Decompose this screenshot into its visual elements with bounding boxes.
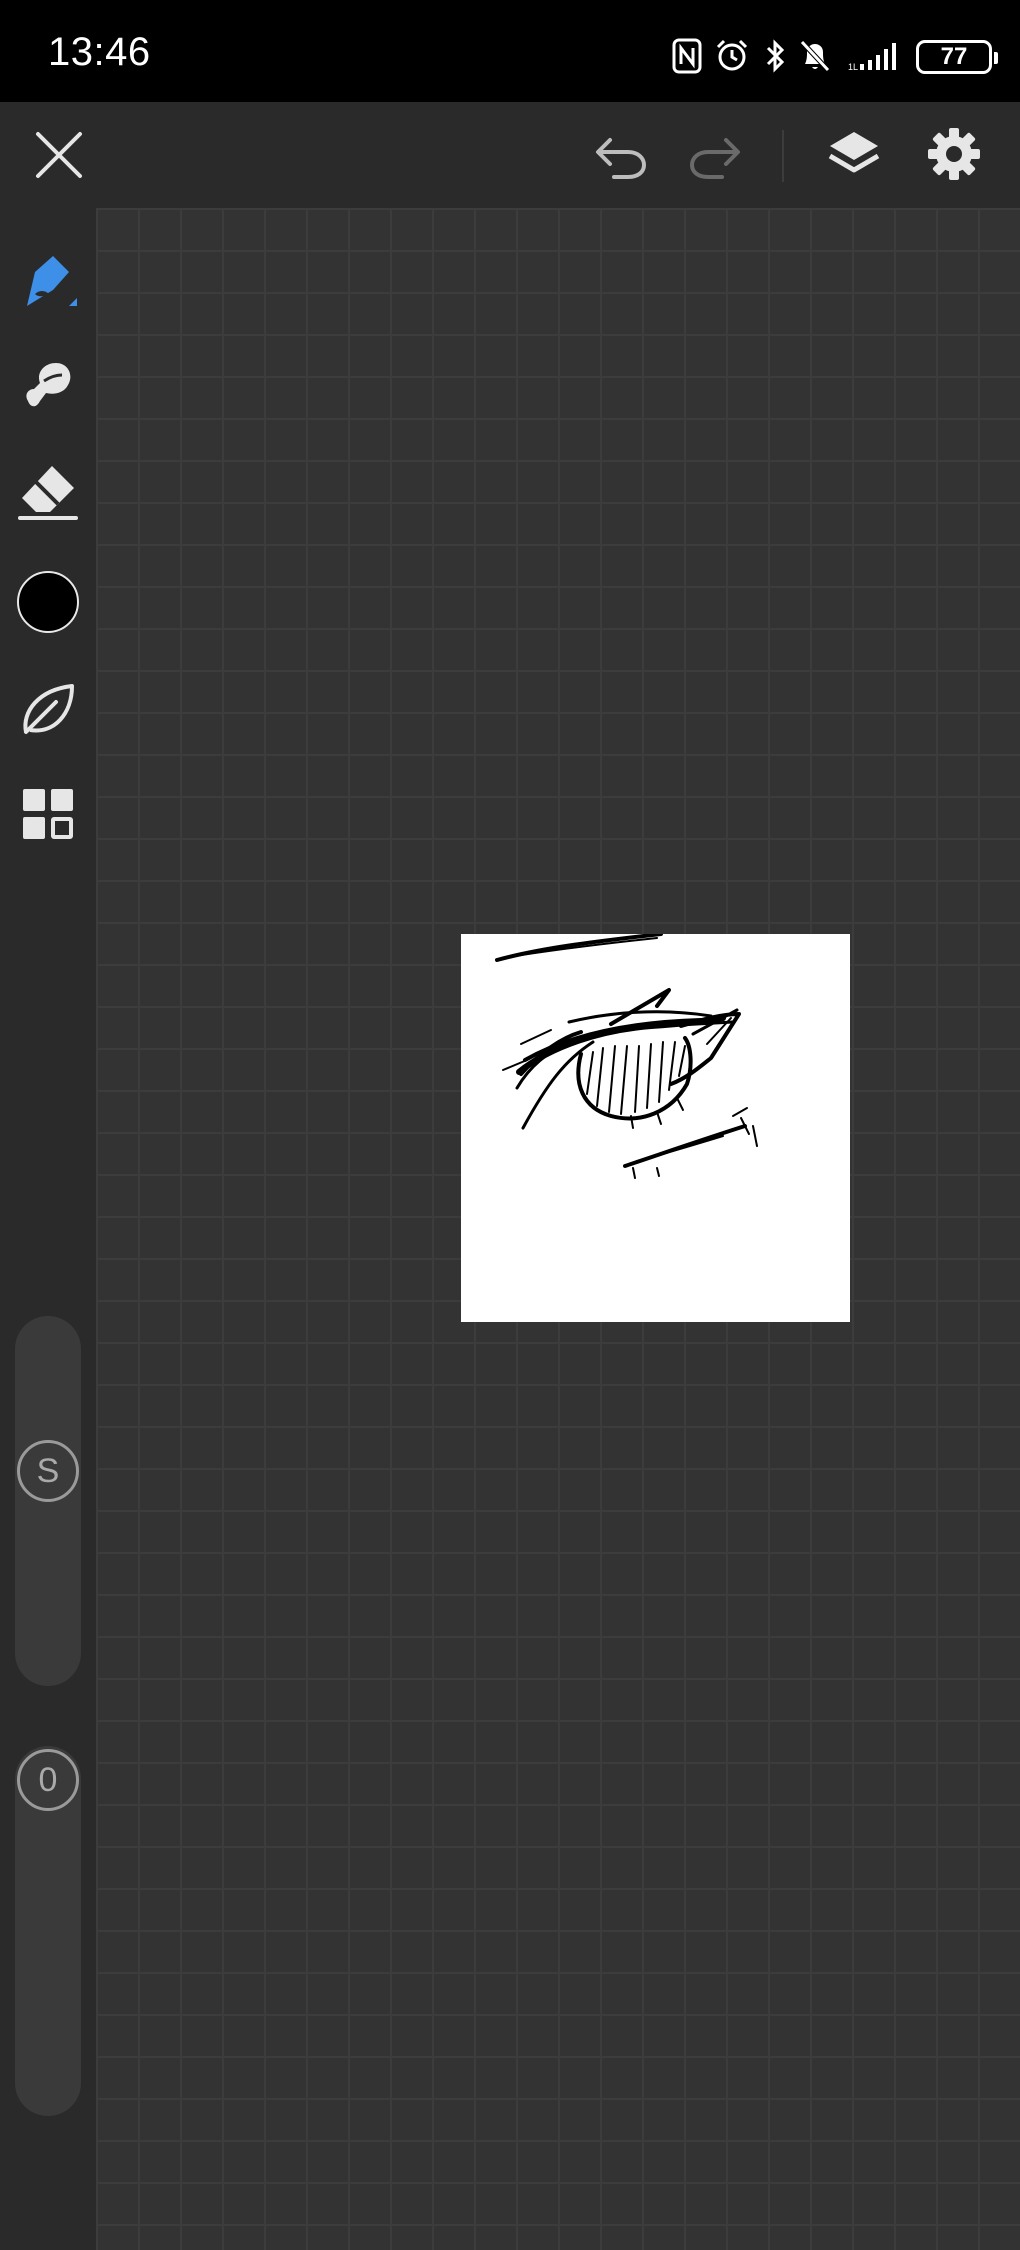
mute-icon — [800, 40, 830, 72]
grid-menu-button[interactable] — [0, 786, 96, 842]
close-button[interactable] — [34, 130, 84, 185]
top-toolbar — [0, 102, 1020, 208]
status-time: 13:46 — [48, 30, 151, 74]
layers-icon — [828, 132, 880, 173]
brush-size-knob[interactable]: S — [17, 1440, 79, 1502]
eye-sketch — [495, 934, 758, 1179]
settings-icon — [928, 128, 980, 180]
nfc-icon — [672, 38, 702, 74]
pen-tool-icon — [27, 256, 77, 306]
undo-icon — [596, 138, 647, 179]
close-icon — [36, 132, 82, 178]
bluetooth-icon — [766, 39, 785, 73]
signal-icon: 1L — [848, 43, 896, 72]
redo-button[interactable] — [686, 130, 742, 187]
undo-button[interactable] — [594, 130, 650, 187]
status-bar: 13:46 1L 77 — [0, 0, 1020, 102]
brush-opacity-knob[interactable]: 0 — [17, 1749, 79, 1811]
settings-button[interactable] — [926, 126, 982, 187]
redo-icon — [689, 138, 740, 179]
status-icons: 1L 77 — [672, 38, 998, 78]
alarm-icon — [716, 39, 748, 71]
color-swatch-button[interactable] — [17, 571, 79, 633]
svg-text:1L: 1L — [848, 62, 858, 72]
smudge-tool-button[interactable] — [0, 353, 96, 417]
drawing-app: 13:46 1L 77 S 0 — [0, 0, 1020, 2250]
drawing-canvas[interactable] — [461, 934, 850, 1322]
leaf-tool-button[interactable] — [0, 678, 96, 742]
grid-menu-icon — [23, 789, 73, 839]
layers-button[interactable] — [826, 126, 882, 187]
smudge-tool-icon — [26, 363, 71, 407]
battery-icon: 77 — [916, 40, 998, 74]
toolbar-divider — [782, 130, 784, 182]
leaf-tool-icon — [23, 684, 74, 734]
left-tool-rail: S 0 — [0, 208, 96, 2250]
eraser-tool-icon — [18, 466, 78, 520]
pen-tool-button[interactable] — [0, 248, 96, 318]
eraser-tool-button[interactable] — [0, 460, 96, 524]
canvas-workspace[interactable] — [96, 208, 1020, 2250]
